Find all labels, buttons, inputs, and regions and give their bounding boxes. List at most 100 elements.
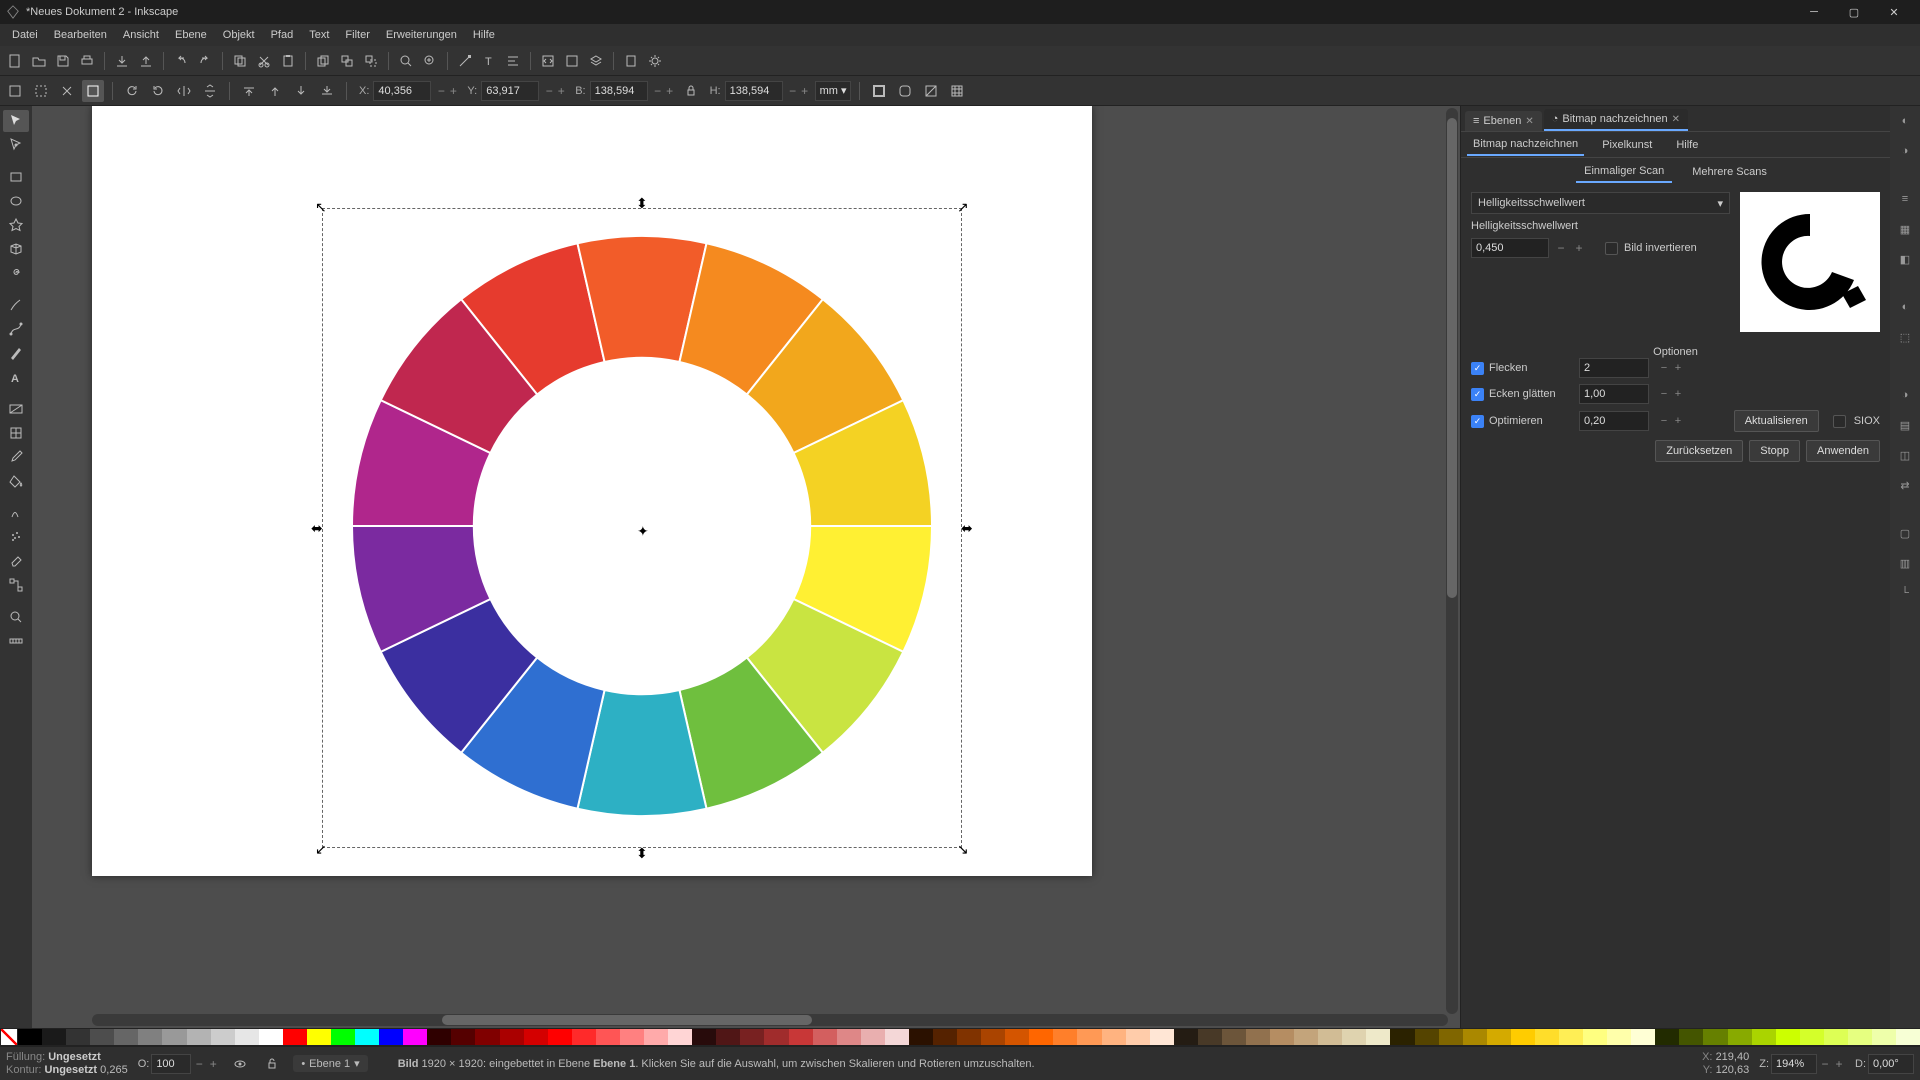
dock-btn-7[interactable]: ⬚ <box>1894 326 1916 348</box>
swatch[interactable] <box>1053 1029 1077 1045</box>
raise-top-button[interactable] <box>238 80 260 102</box>
swatch[interactable] <box>861 1029 885 1045</box>
swatch[interactable] <box>885 1029 909 1045</box>
swatch[interactable] <box>813 1029 837 1045</box>
swatch[interactable] <box>1559 1029 1583 1045</box>
menu-erweiterungen[interactable]: Erweiterungen <box>378 26 465 44</box>
gradient-tool[interactable] <box>3 398 29 420</box>
sel-handle-e[interactable]: ⬌ <box>961 522 973 534</box>
invert-checkbox[interactable]: ✓ <box>1605 242 1618 255</box>
swatch[interactable] <box>235 1029 259 1045</box>
affect-gradient-button[interactable] <box>920 80 942 102</box>
dock-btn-12[interactable]: ▢ <box>1894 522 1916 544</box>
swatch[interactable] <box>764 1029 788 1045</box>
opacity-dec[interactable]: − <box>193 1054 205 1074</box>
swatch[interactable] <box>716 1029 740 1045</box>
swatch[interactable] <box>90 1029 114 1045</box>
maximize-button[interactable]: ▢ <box>1834 0 1874 24</box>
swatch[interactable] <box>1631 1029 1655 1045</box>
swatch[interactable] <box>1896 1029 1920 1045</box>
menu-ebene[interactable]: Ebene <box>167 26 215 44</box>
speckles-dec[interactable]: − <box>1657 362 1671 374</box>
redo-button[interactable] <box>194 50 216 72</box>
v-scrollbar[interactable] <box>1446 108 1458 1014</box>
clone-button[interactable] <box>336 50 358 72</box>
swatch[interactable] <box>1703 1029 1727 1045</box>
swatch[interactable] <box>596 1029 620 1045</box>
rect-tool[interactable] <box>3 166 29 188</box>
toggle-scale-button[interactable] <box>82 80 104 102</box>
sel-handle-ne[interactable]: ↗ <box>957 201 969 213</box>
prefs-button[interactable] <box>644 50 666 72</box>
swatch[interactable] <box>1848 1029 1872 1045</box>
swatch[interactable] <box>1415 1029 1439 1045</box>
dock-btn-6[interactable]: ◐ <box>1894 296 1916 318</box>
open-button[interactable] <box>28 50 50 72</box>
swatch[interactable] <box>42 1029 66 1045</box>
swatch[interactable] <box>1463 1029 1487 1045</box>
dock-btn-3[interactable]: ≡ <box>1894 188 1916 210</box>
swatch[interactable] <box>1390 1029 1414 1045</box>
swatch[interactable] <box>18 1029 42 1045</box>
swatch[interactable] <box>981 1029 1005 1045</box>
optimize-checkbox[interactable]: ✓ <box>1471 415 1484 428</box>
swatch[interactable] <box>1174 1029 1198 1045</box>
affect-corners-button[interactable] <box>894 80 916 102</box>
stroke-indicator[interactable]: Ungesetzt <box>45 1064 98 1076</box>
swatch[interactable] <box>451 1029 475 1045</box>
swatch[interactable] <box>1005 1029 1029 1045</box>
layer-visibility-toggle[interactable] <box>229 1053 251 1075</box>
canvas[interactable]: ↖ ⬍ ↗ ⬌ ⬌ ↙ ⬍ ↘ ✦ <box>32 106 1460 1028</box>
import-button[interactable] <box>111 50 133 72</box>
sel-handle-n[interactable]: ⬍ <box>636 197 648 209</box>
h-inc[interactable]: + <box>799 81 811 101</box>
zoom-dec[interactable]: − <box>1819 1054 1831 1074</box>
swatch[interactable] <box>66 1029 90 1045</box>
new-doc-button[interactable] <box>4 50 26 72</box>
close-tab-layers[interactable]: ✕ <box>1525 116 1533 127</box>
x-input[interactable] <box>373 81 431 101</box>
swatch[interactable] <box>1246 1029 1270 1045</box>
swatch[interactable] <box>1102 1029 1126 1045</box>
swatch[interactable] <box>548 1029 572 1045</box>
y-inc[interactable]: + <box>555 81 567 101</box>
spiral-tool[interactable] <box>3 262 29 284</box>
measure-tool[interactable] <box>3 630 29 652</box>
dock-btn-2[interactable]: ◑ <box>1894 140 1916 162</box>
scantab-single[interactable]: Einmaliger Scan <box>1576 161 1672 183</box>
connector-tool[interactable] <box>3 574 29 596</box>
stop-button[interactable]: Stopp <box>1749 440 1800 462</box>
swatch[interactable] <box>837 1029 861 1045</box>
threshold-inc[interactable]: + <box>1573 238 1585 258</box>
dock-btn-5[interactable]: ◧ <box>1894 248 1916 270</box>
close-tab-trace[interactable]: ✕ <box>1672 114 1680 125</box>
w-input[interactable] <box>590 81 648 101</box>
subtab-pixel[interactable]: Pixelkunst <box>1596 135 1658 155</box>
fill-indicator[interactable]: Ungesetzt <box>48 1051 101 1063</box>
copy-button[interactable] <box>229 50 251 72</box>
opacity-inc[interactable]: + <box>207 1054 219 1074</box>
apply-button[interactable]: Anwenden <box>1806 440 1880 462</box>
deselect-button[interactable] <box>56 80 78 102</box>
optimize-inc[interactable]: + <box>1671 415 1685 427</box>
calligraphy-tool[interactable] <box>3 342 29 364</box>
zoom-inc[interactable]: + <box>1833 1054 1845 1074</box>
swatch[interactable] <box>114 1029 138 1045</box>
node-tool[interactable] <box>3 134 29 156</box>
ellipse-tool[interactable] <box>3 190 29 212</box>
lock-aspect-button[interactable] <box>680 80 702 102</box>
w-inc[interactable]: + <box>664 81 676 101</box>
x-dec[interactable]: − <box>435 81 447 101</box>
swatch[interactable] <box>1294 1029 1318 1045</box>
siox-checkbox[interactable]: ✓ <box>1833 415 1846 428</box>
selector-tool[interactable] <box>3 110 29 132</box>
lower-button[interactable] <box>290 80 312 102</box>
text-tool[interactable]: A <box>3 366 29 388</box>
menu-ansicht[interactable]: Ansicht <box>115 26 167 44</box>
tweak-tool[interactable] <box>3 502 29 524</box>
swatch[interactable] <box>644 1029 668 1045</box>
swatch[interactable] <box>187 1029 211 1045</box>
swatch[interactable] <box>1511 1029 1535 1045</box>
zoom-tool[interactable] <box>3 606 29 628</box>
swatch[interactable] <box>379 1029 403 1045</box>
